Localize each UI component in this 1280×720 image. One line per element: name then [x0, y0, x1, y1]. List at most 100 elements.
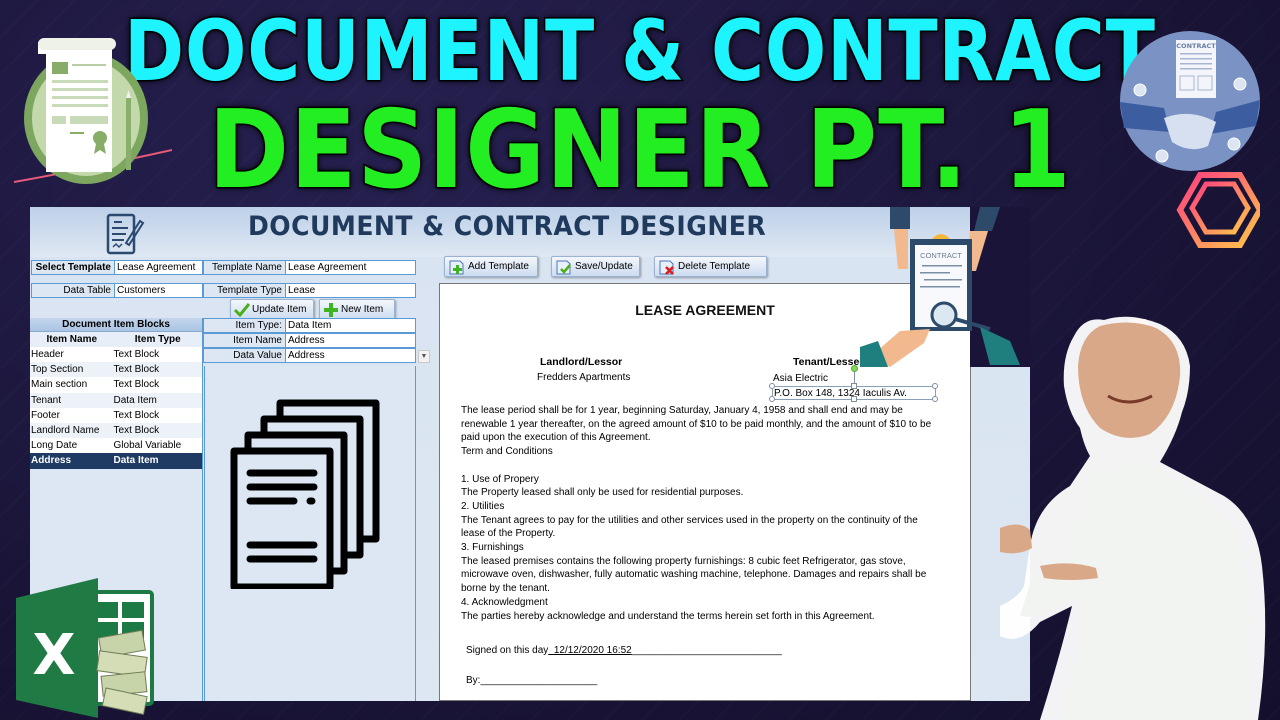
template-name-label: Template Name: [203, 260, 285, 275]
item-type: Data Item: [113, 394, 157, 406]
body-line: renewable 1 year thereafter, on the agre…: [461, 418, 932, 430]
item-blocks-column-headers: Item Name Item Type: [30, 332, 202, 347]
body-line: borne by the tenant.: [461, 583, 550, 595]
item-name: Top Section: [31, 364, 84, 376]
contract-clipboard-label: CONTRACT: [920, 251, 962, 260]
body-line: lease of the Property.: [461, 528, 556, 540]
item-blocks-list: Header Text Block Top Section Text Block M…: [30, 347, 202, 469]
item-blocks-heading: Document Item Blocks: [30, 318, 202, 332]
resize-handle[interactable]: [851, 396, 857, 402]
body-line-blank: [461, 459, 961, 473]
thumbnail-title-line-2: DESIGNER PT. 1: [207, 88, 1072, 213]
body-line: paid upon the execution of this Agreemen…: [461, 432, 651, 444]
add-template-label: Add Template: [468, 261, 529, 272]
list-item[interactable]: Landlord Name Text Block: [30, 422, 202, 439]
list-item[interactable]: Address Data Item: [30, 453, 202, 469]
resize-handle[interactable]: [932, 396, 938, 402]
body-line: The leased premises contains the followi…: [461, 555, 906, 567]
list-item[interactable]: Header Text Block: [30, 347, 202, 363]
landlord-heading: Landlord/Lessor: [540, 356, 623, 368]
list-item[interactable]: Footer Text Block: [30, 407, 202, 423]
body-line: The parties hereby acknowledge and under…: [461, 610, 875, 622]
save-update-button[interactable]: Save/Update: [551, 256, 640, 277]
resize-handle[interactable]: [851, 383, 857, 389]
app-title: DOCUMENT & CONTRACT DESIGNER: [248, 211, 767, 242]
new-item-button[interactable]: New Item: [319, 299, 395, 320]
selected-address-textbox[interactable]: P.O. Box 148, 1324 Iaculis Av.: [769, 365, 938, 402]
item-type-field[interactable]: Item Type: Data Item: [203, 318, 416, 333]
item-type: Text Block: [113, 349, 160, 360]
presenter-photo: [1000, 316, 1266, 720]
list-item[interactable]: Main section Text Block: [30, 377, 202, 393]
item-type: Text Block: [113, 364, 160, 376]
item-name: Tenant: [31, 394, 62, 406]
signed-line: Signed on this day 12/12/2020 16:52_____…: [466, 644, 782, 658]
landlord-value: Fredders Apartments: [537, 372, 631, 383]
excel-letter: X: [32, 623, 75, 688]
update-item-label: Update Item: [252, 304, 307, 315]
list-item[interactable]: Long Date Global Variable: [30, 438, 202, 454]
stacked-documents-icon: [230, 399, 380, 589]
body-line: 3. Furnishings: [461, 542, 524, 554]
rotate-handle[interactable]: [851, 365, 858, 372]
item-name-input[interactable]: Address: [285, 333, 416, 348]
handshake-contract-label: CONTRACT: [1176, 42, 1216, 50]
delete-template-button[interactable]: Delete Template: [654, 256, 767, 277]
update-item-button[interactable]: Update Item: [230, 299, 314, 320]
body-line: microwave oven, dishwasher, fully automa…: [461, 569, 927, 581]
select-template-label: Select Template: [31, 260, 114, 275]
item-type: Text Block: [113, 409, 160, 421]
item-type-label: Item Type:: [203, 318, 285, 333]
data-value-label: Data Value: [203, 348, 285, 363]
checkmark-icon: [234, 302, 250, 317]
list-item[interactable]: Top Section Text Block: [30, 362, 202, 378]
data-value-dropdown-arrow[interactable]: ▼: [418, 350, 430, 363]
body-line: The Property leased shall only be used f…: [461, 487, 744, 499]
thumbnail-title-line-1: DOCUMENT & CONTRACT: [123, 1, 1156, 102]
item-type: Global Variable: [113, 440, 182, 452]
certificate-document-icon: [13, 38, 172, 184]
item-name: Address: [31, 455, 72, 467]
column-header-item-name: Item Name: [46, 334, 98, 345]
template-type-field[interactable]: Template Type Lease: [203, 283, 416, 298]
by-label: By:: [466, 675, 481, 686]
item-name: Long Date: [31, 440, 78, 452]
tenant-address: P.O. Box 148, 1324 Iaculis Av.: [774, 388, 907, 399]
select-template-field[interactable]: Select Template Lease Agreement: [31, 260, 203, 275]
resize-handle[interactable]: [932, 383, 938, 389]
body-line: 2. Utilities: [461, 500, 505, 512]
item-name: Header: [31, 349, 64, 360]
item-name-field[interactable]: Item Name Address: [203, 333, 416, 348]
resize-handle[interactable]: [769, 383, 775, 389]
template-name-field[interactable]: Template Name Lease Agreement: [203, 260, 416, 275]
data-value-field[interactable]: Data Value Address: [203, 348, 416, 363]
data-table-input[interactable]: Customers: [114, 283, 203, 298]
delete-template-label: Delete Template: [678, 261, 751, 272]
item-name-label: Item Name: [203, 333, 285, 348]
resize-handle[interactable]: [769, 396, 775, 402]
body-line: Term and Conditions: [461, 446, 553, 458]
plus-icon: [324, 302, 338, 317]
item-type: Text Block: [113, 379, 160, 391]
delete-document-icon: [659, 260, 674, 275]
item-type: Text Block: [113, 424, 160, 436]
tenant-value: Asia Electric: [773, 373, 829, 384]
data-table-field[interactable]: Data Table Customers: [31, 283, 203, 298]
select-template-input[interactable]: Lease Agreement: [114, 260, 203, 275]
data-table-label: Data Table: [31, 283, 114, 298]
item-type: Data Item: [113, 455, 159, 467]
data-value-select[interactable]: Address: [285, 348, 416, 363]
by-signature-line: _____________________: [480, 675, 598, 686]
add-document-icon: [449, 260, 464, 274]
template-type-input[interactable]: Lease: [285, 283, 416, 298]
document-body: The lease period shall be for 1 year, be…: [461, 404, 961, 623]
document-sign-icon: [106, 213, 145, 255]
item-type-input[interactable]: Data Item: [285, 318, 416, 333]
add-template-button[interactable]: Add Template: [444, 256, 538, 277]
save-update-label: Save/Update: [575, 261, 633, 272]
item-name: Landlord Name: [31, 424, 100, 436]
column-header-item-type: Item Type: [134, 334, 181, 345]
body-line: 1. Use of Propery: [461, 473, 539, 485]
list-item[interactable]: Tenant Data Item: [30, 392, 202, 408]
template-name-input[interactable]: Lease Agreement: [285, 260, 416, 275]
